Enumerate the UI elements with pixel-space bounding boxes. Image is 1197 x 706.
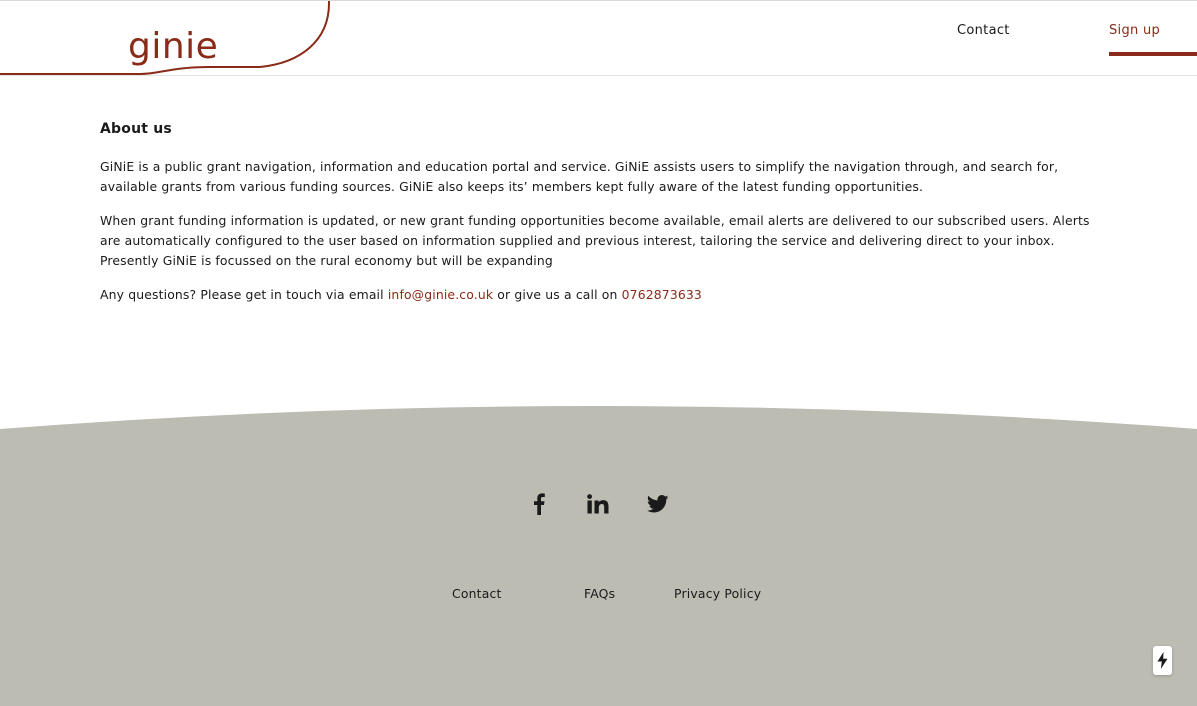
footer	[0, 401, 1197, 706]
linkedin-icon	[587, 494, 609, 514]
twitter-link[interactable]	[646, 491, 670, 517]
about-contact-line: Any questions? Please get in touch via e…	[100, 285, 1100, 305]
site-header: ginie Contact Sign up	[0, 1, 1197, 76]
footer-privacy-link[interactable]: Privacy Policy	[674, 586, 761, 601]
nav-contact-link[interactable]: Contact	[957, 23, 1010, 38]
nav-signup-link[interactable]: Sign up	[1109, 23, 1197, 56]
footer-faqs-link[interactable]: FAQs	[584, 586, 615, 601]
about-paragraph-2: When grant funding information is update…	[100, 213, 1090, 268]
footer-curve-background	[0, 406, 1197, 706]
contact-middle-text: or give us a call on	[493, 287, 622, 302]
about-heading: About us	[100, 121, 172, 137]
email-link[interactable]: info@ginie.co.uk	[388, 287, 493, 302]
logo-text: ginie	[128, 26, 219, 67]
page: ginie Contact Sign up About us GiNiE is …	[0, 0, 1197, 706]
linkedin-link[interactable]	[586, 491, 610, 517]
phone-link[interactable]: 0762873633	[622, 287, 702, 302]
footer-contact-link[interactable]: Contact	[452, 586, 502, 601]
about-section: About us GiNiE is a public grant navigat…	[100, 121, 1100, 319]
facebook-link[interactable]	[529, 491, 549, 517]
about-paragraph-1: GiNiE is a public grant navigation, info…	[100, 159, 1059, 194]
lightning-bolt-icon	[1157, 652, 1168, 669]
twitter-icon	[647, 495, 669, 513]
logo[interactable]: ginie	[0, 1, 340, 79]
facebook-icon	[534, 493, 545, 515]
contact-prefix-text: Any questions? Please get in touch via e…	[100, 287, 388, 302]
lightning-widget-button[interactable]	[1153, 646, 1172, 675]
